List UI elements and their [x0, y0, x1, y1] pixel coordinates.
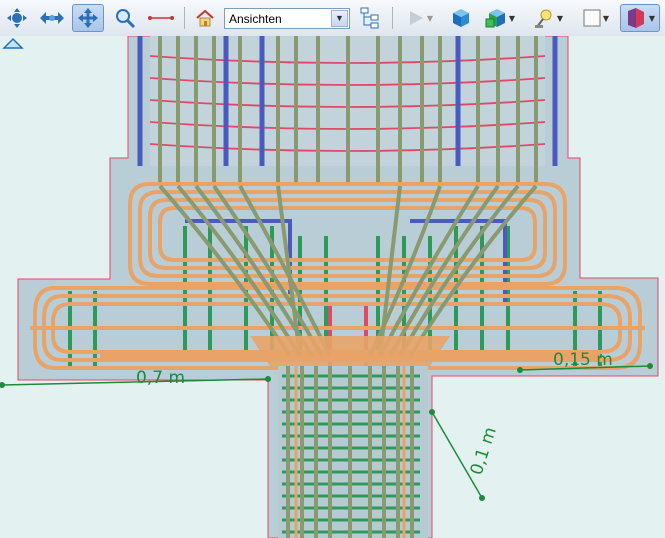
3d-viewport[interactable]: 0,7 m 0,15 m 0,1 m [0, 36, 665, 538]
home-icon [196, 9, 214, 27]
move-tool-icon [78, 8, 98, 28]
play-button[interactable]: ▼ [400, 4, 440, 32]
background-color-icon [583, 9, 601, 27]
light-button[interactable]: ▼ [530, 4, 566, 32]
views-tree-icon [360, 7, 379, 29]
navigate-tool-button[interactable] [4, 4, 30, 32]
toolbar: Ansichten ▼ ▼ ▼ ▼ ▼ ▼ [0, 0, 665, 37]
views-tree-button[interactable] [357, 4, 383, 32]
collar-band [250, 336, 450, 366]
column-reinforcement-cage [137, 36, 558, 186]
play-icon [409, 11, 423, 25]
dimension-label: 0,15 m [553, 350, 613, 370]
colored-view-button[interactable]: ▼ [482, 4, 518, 32]
cube-colored-icon [485, 9, 505, 28]
home-button[interactable] [192, 4, 218, 32]
dimension-label: 0,7 m [136, 368, 185, 388]
navigate-tool-icon [7, 8, 27, 28]
section-plane-button[interactable]: ▼ [620, 4, 660, 32]
zoom-tool-button[interactable] [112, 4, 138, 32]
cube-shaded-icon [453, 9, 469, 27]
views-select[interactable]: Ansichten ▼ [224, 8, 350, 29]
pan-tool-button[interactable] [38, 4, 66, 32]
measure-tool-icon [148, 16, 174, 20]
views-select-value: Ansichten [229, 12, 282, 26]
light-icon [534, 9, 552, 28]
shaded-view-button[interactable] [448, 4, 474, 32]
shaft-reinforcement [278, 366, 428, 538]
measure-tool-button[interactable] [146, 4, 176, 32]
move-tool-button[interactable] [72, 4, 104, 32]
chevron-down-icon[interactable]: ▼ [331, 10, 348, 27]
zoom-tool-icon [116, 9, 136, 29]
section-plane-icon [627, 8, 644, 28]
pan-tool-icon [40, 12, 64, 24]
background-color-button[interactable]: ▼ [578, 4, 614, 32]
